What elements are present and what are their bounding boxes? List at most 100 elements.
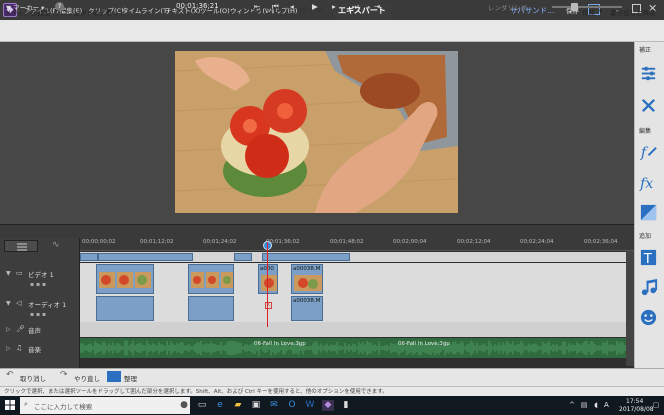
outlook-icon[interactable]: O — [286, 400, 298, 411]
go-to-start-icon[interactable]: ⇤ — [254, 2, 260, 11]
tools-icon[interactable] — [639, 96, 658, 115]
ruler-label: 00;02;00;04 — [393, 239, 427, 245]
step-back-icon[interactable]: ◂ — [290, 2, 294, 11]
file-explorer-icon[interactable]: ▰ — [232, 400, 244, 411]
edit-label: 編集 — [639, 128, 652, 135]
zoom-slider-thumb[interactable] — [571, 3, 578, 11]
adjust-label: 補正 — [639, 47, 652, 54]
ruler-label: 00;02;36;04 — [584, 239, 618, 245]
organizer-grid-icon[interactable] — [107, 371, 121, 382]
audio-clip[interactable] — [96, 296, 154, 321]
search-icon: ⌕ — [24, 400, 28, 408]
ime-indicator[interactable]: A — [604, 401, 609, 409]
ruler-label: 00;01;48;02 — [330, 239, 364, 245]
render-button[interactable]: レンダリング — [488, 2, 527, 12]
microphone-icon[interactable]: ● — [178, 400, 190, 411]
step-forward-icon[interactable]: ▸ — [332, 2, 336, 11]
overlay-clip[interactable] — [98, 253, 193, 261]
audio-1-track-icon: ◁ — [16, 299, 22, 307]
video-1-track-icon: ▭ — [16, 269, 23, 277]
windows-start-icon[interactable] — [5, 400, 15, 410]
video-clip[interactable]: a000 — [258, 264, 278, 294]
menu-timeline[interactable]: タイムライン(T) — [122, 5, 170, 15]
mail-icon[interactable]: ✉ — [268, 400, 280, 411]
music-clip[interactable] — [80, 338, 626, 358]
music-track-icon: ♫ — [16, 344, 23, 352]
ruler-label: 00;02;24;04 — [520, 239, 554, 245]
create-button[interactable]: 作成 — [582, 7, 595, 17]
smart-mix-button[interactable] — [4, 240, 38, 252]
video-1-lane[interactable] — [80, 263, 626, 295]
word-icon[interactable]: W — [304, 400, 316, 411]
marker-menu[interactable]: ▼ マーカー ▾ — [6, 2, 44, 12]
music-collapse-icon[interactable]: ▷ — [6, 345, 11, 352]
music-note-icon[interactable] — [639, 278, 658, 297]
video-preview[interactable] — [175, 51, 458, 213]
undo-button[interactable]: 取り消し — [20, 373, 46, 383]
video-clip[interactable]: a00038.M — [291, 264, 323, 294]
store-icon[interactable]: ▣ — [250, 400, 262, 411]
task-view-icon[interactable]: ▭ — [196, 400, 208, 411]
notification-icon[interactable]: ▢ — [650, 400, 662, 411]
go-to-end-icon[interactable]: ⇥ — [374, 2, 380, 11]
volume-icon[interactable]: ◖ — [590, 400, 602, 411]
premiere-elements-icon[interactable]: ◆ — [322, 400, 334, 411]
clock-date[interactable]: 2017/08/08 — [619, 406, 654, 413]
graphics-smiley-icon[interactable] — [639, 308, 658, 327]
overlay-clip[interactable] — [262, 253, 350, 261]
ruler-label: 00;02;12;04 — [457, 239, 491, 245]
smart-mix-icon — [17, 243, 27, 251]
transitions-icon[interactable] — [639, 203, 658, 222]
timecode: 00;01;36;21 — [176, 2, 219, 10]
video-clip[interactable] — [96, 264, 154, 294]
video-clip-label: a00038.M — [293, 266, 321, 272]
svg-text:fx: fx — [639, 176, 653, 192]
create-chevron-icon[interactable]: ▾ — [599, 7, 602, 15]
tab-guided[interactable]: ガイド — [294, 4, 328, 18]
previous-edit-icon[interactable]: ⏮ — [272, 2, 279, 12]
network-icon[interactable]: ▤ — [578, 400, 590, 411]
video-clip-thumbnails — [189, 265, 233, 293]
titles-text-icon[interactable]: T — [639, 248, 658, 267]
adjust-sliders-icon[interactable] — [639, 64, 658, 83]
overlay-clip[interactable] — [80, 253, 98, 261]
add-media-chevron-icon[interactable]: ▾ — [44, 7, 47, 15]
redo-button[interactable]: やり直し — [74, 373, 100, 383]
video-1-controls[interactable]: ▪ ▪ ▪ — [30, 281, 46, 288]
project-assets-button[interactable]: プロジェクトのアセット — [54, 7, 125, 17]
redo-icon[interactable]: ↷ — [60, 370, 68, 380]
video-frame-image — [175, 51, 458, 213]
organizer-button[interactable]: 整理 — [124, 373, 137, 383]
audio-clip[interactable]: a00038.M — [291, 296, 323, 321]
audio-1-controls[interactable]: ▪ ▪ ▪ — [30, 311, 46, 318]
video-clip[interactable] — [188, 264, 234, 294]
video-clip-thumbnails — [97, 265, 153, 293]
overlay-clip[interactable] — [234, 253, 252, 261]
narration-lane[interactable] — [80, 322, 626, 337]
tab-expert[interactable]: エキスパート — [333, 4, 391, 18]
zoom-slider-track[interactable] — [552, 6, 622, 8]
next-edit-icon[interactable]: ⏭ — [352, 2, 359, 12]
audio-wave-icon[interactable]: ∿ — [52, 240, 60, 250]
audio-1-collapse-icon[interactable]: ▼ — [6, 300, 11, 307]
effects-wand-icon[interactable]: f — [639, 142, 658, 161]
fx-icon[interactable]: fx — [639, 173, 658, 192]
audio-clip[interactable] — [188, 296, 234, 321]
playhead-line[interactable] — [267, 242, 268, 327]
play-icon[interactable]: ▶ — [312, 2, 318, 11]
svg-text:f: f — [640, 145, 649, 161]
export-share-button[interactable]: 書き出しと共有 — [610, 7, 656, 17]
audio-1-lane[interactable] — [80, 295, 626, 322]
tab-quick[interactable]: クイック — [244, 4, 286, 18]
narration-collapse-icon[interactable]: ▷ — [6, 326, 11, 333]
video-1-collapse-icon[interactable]: ▼ — [6, 270, 11, 277]
add-label: 追加 — [639, 233, 652, 240]
timeline-scrollbar[interactable] — [626, 251, 634, 366]
help-icon[interactable]: ? — [55, 2, 64, 11]
tray-chevron-icon[interactable]: ^ — [566, 400, 578, 411]
app-icon[interactable]: ▮ — [340, 400, 352, 411]
project-assets-chevron-icon[interactable]: ▾ — [107, 7, 110, 15]
undo-icon[interactable]: ↶ — [6, 370, 14, 380]
clock-time[interactable]: 17:54 — [626, 398, 643, 405]
edge-browser-icon[interactable]: e — [214, 400, 226, 411]
